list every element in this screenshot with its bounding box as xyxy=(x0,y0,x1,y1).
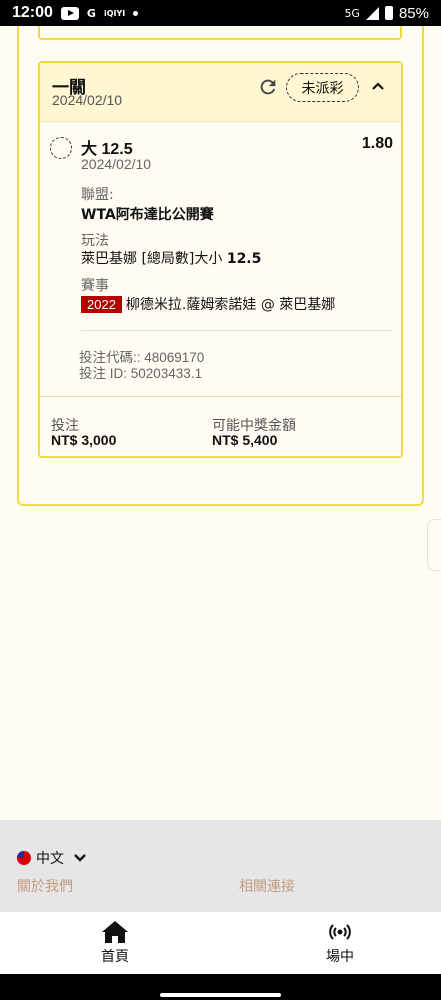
iqiyi-icon: iQIYI xyxy=(103,8,126,18)
status-badge: 未派彩 xyxy=(286,73,359,102)
dot-icon xyxy=(133,10,139,16)
selection-odds: 1.80 xyxy=(361,135,393,152)
bet-id: 投注 ID: 50203433.1 xyxy=(79,366,203,381)
league-value: WTA阿布達比公開賽 xyxy=(81,207,214,223)
payout-value: NT$ 5,400 xyxy=(212,432,278,448)
event-year-badge: 2022 xyxy=(81,296,122,313)
related-links-link[interactable]: 相關連接 xyxy=(239,876,295,896)
side-drawer-handle[interactable] xyxy=(427,519,441,571)
market-value: 萊巴基娜 [總局數]大小 12.5 xyxy=(81,248,261,268)
market-label: 玩法 xyxy=(81,233,109,249)
site-footer: 中文 關於我們 相關連接 xyxy=(0,820,441,912)
about-us-link[interactable]: 關於我們 xyxy=(17,876,73,896)
status-bar: 12:00 G iQIYI 5G 85% xyxy=(0,0,441,26)
system-icons: 5G 85% xyxy=(344,5,429,22)
market-value-prefix: 萊巴基娜 [總局數]大小 xyxy=(81,251,227,267)
bottom-nav: 首頁 場中 xyxy=(0,912,441,974)
youtube-icon xyxy=(60,6,79,20)
pending-circle-icon xyxy=(50,137,72,159)
nav-home[interactable]: 首頁 xyxy=(55,912,175,974)
divider xyxy=(81,330,393,331)
bet-card-footer: 投注 NT$ 3,000 可能中獎金額 NT$ 5,400 xyxy=(40,396,401,456)
previous-bet-card xyxy=(38,26,402,40)
signal-icon xyxy=(365,6,379,20)
bet-card-header[interactable]: 一關 2024/02/10 未派彩 xyxy=(40,63,401,122)
network-label: 5G xyxy=(344,6,360,20)
event-value: 2022 柳德米拉.薩姆索諾娃 @ 萊巴基娜 xyxy=(81,294,335,314)
refresh-icon[interactable] xyxy=(257,76,279,98)
taiwan-flag-icon xyxy=(17,851,31,865)
battery-percent: 85% xyxy=(398,4,429,22)
notification-icons: G iQIYI xyxy=(60,6,139,20)
selection-date: 2024/02/10 xyxy=(81,156,152,172)
nav-home-label: 首頁 xyxy=(101,949,129,965)
language-selector[interactable]: 中文 xyxy=(17,848,87,868)
status-time: 12:00 xyxy=(12,4,53,21)
stake-value: NT$ 3,000 xyxy=(51,432,117,448)
google-icon: G xyxy=(86,6,96,20)
bet-date: 2024/02/10 xyxy=(52,92,123,108)
league-label: 聯盟: xyxy=(81,187,114,203)
gesture-handle[interactable] xyxy=(160,993,281,997)
event-label: 賽事 xyxy=(81,278,109,294)
home-icon xyxy=(102,921,128,943)
nav-live-label: 場中 xyxy=(326,949,354,965)
event-teams: 柳德米拉.薩姆索諾娃 @ 萊巴基娜 xyxy=(125,297,336,313)
battery-icon xyxy=(384,6,393,20)
nav-live[interactable]: 場中 xyxy=(280,912,400,974)
bet-card: 一關 2024/02/10 未派彩 大 12.5 1.80 2024/02/10… xyxy=(38,61,403,458)
language-label: 中文 xyxy=(36,851,64,867)
live-broadcast-icon xyxy=(329,924,351,940)
chevron-down-icon xyxy=(74,854,86,862)
chevron-up-icon[interactable] xyxy=(370,79,386,93)
gesture-bar xyxy=(0,974,441,1000)
market-line: 12.5 xyxy=(226,251,262,267)
